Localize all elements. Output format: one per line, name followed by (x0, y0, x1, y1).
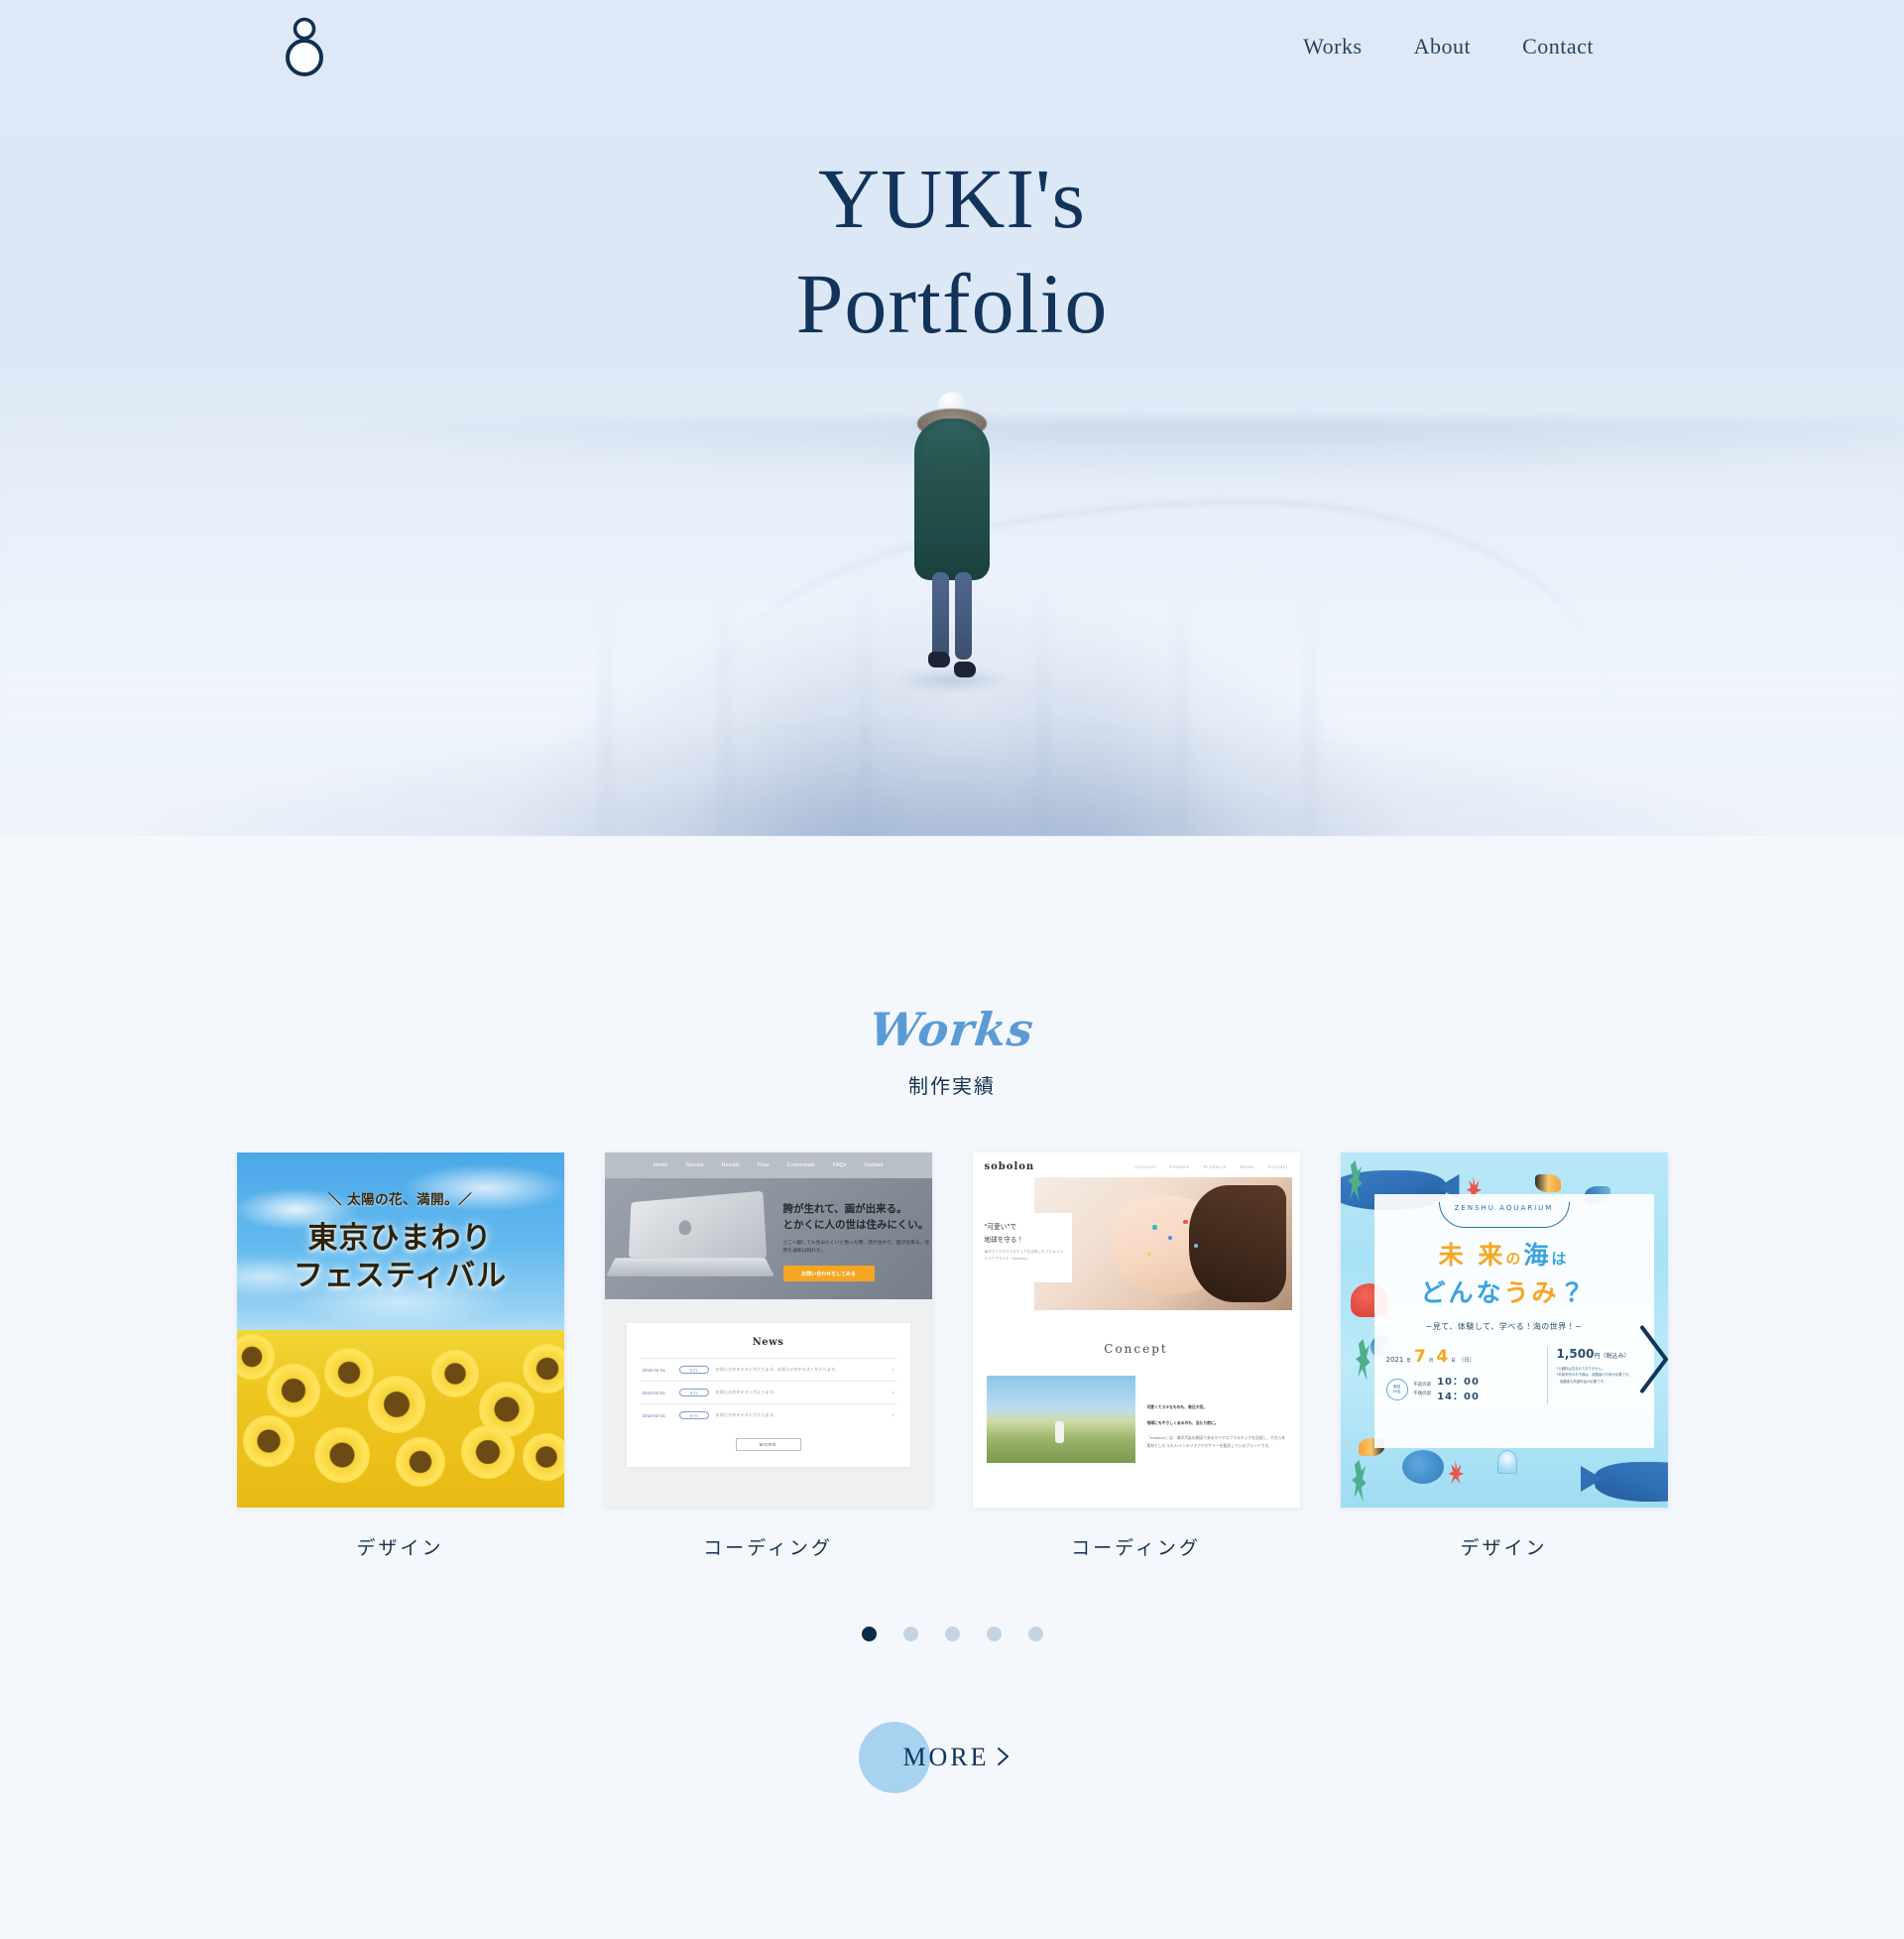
sobolon-concept-title: Concept (1104, 1342, 1168, 1356)
chevron-right-icon: › (892, 1412, 894, 1418)
work-card-caption: コーディング (1071, 1538, 1201, 1559)
carousel-dot-4[interactable] (986, 1627, 1002, 1641)
work-card[interactable]: ＼ 太陽の花、満開。／ 東京ひまわり フェスティバル 8/10(木)~8/30(… (236, 1152, 564, 1560)
work-card[interactable]: Home Service Results Flow Commands FAQs … (604, 1152, 932, 1560)
more-button-wrapper: MORE (0, 1722, 1904, 1793)
carousel-dot-2[interactable] (902, 1627, 918, 1641)
carousel-dot-1[interactable] (861, 1627, 877, 1641)
mock-news-row: 2018-02-01 タグ2 お知らせのテキストが入ります。 › (640, 1381, 896, 1403)
works-heading-group: Works 制作実績 (0, 1003, 1904, 1099)
aquarium-date: 2021 年 7 月 4 日 （日） (1385, 1347, 1476, 1367)
walking-person-illustration (892, 392, 1012, 691)
sobolon-hero-lead: 海洋マイクロプラスチックを活用したコスメ・インテリアブランド「sobolon」 (984, 1250, 1064, 1261)
chevron-right-icon: › (892, 1367, 894, 1373)
mock-news-row: 2018-02-01 タグ1 お知らせのテキストが入ります。お知らせのテキストが… (640, 1358, 896, 1381)
site-header: Works About Contact (0, 0, 1904, 89)
chevron-right-icon (996, 1746, 1012, 1770)
works-section: Works 制作実績 ＼ 太陽の花、満開。／ 東京ひまわり フェスティバル デザ… (0, 836, 1904, 1939)
aquarium-subtitle: ~見て、体験して、学べる！海の世界！~ (1425, 1322, 1583, 1331)
aquarium-title-line-1: 未 来の海は (1438, 1241, 1570, 1270)
nav-item-works[interactable]: Works (1277, 30, 1387, 63)
sobolon-logo: sobolon (984, 1161, 1035, 1172)
works-carousel: ＼ 太陽の花、満開。／ 東京ひまわり フェスティバル 8/10(木)~8/30(… (0, 1152, 1904, 1569)
work-card-thumbnail: Home Service Results Flow Commands FAQs … (604, 1152, 932, 1508)
mock-headline: 誇が生れて、画が出来る。 とかくに人の世は住みにくい。 (782, 1203, 929, 1231)
work-card-thumbnail: ZENSHU AQUARIUM 未 来の海は どんなうみ？ ~見て、体験して、学… (1340, 1152, 1668, 1508)
chevron-right-icon (1640, 1325, 1668, 1394)
mock-lead: どこへ越しても住みにくいと悟った時、詩が生れて、画が出来る。住所を通知は知れた。 (782, 1241, 930, 1255)
mock-site-nav: Home Service Results Flow Commands FAQs … (604, 1152, 932, 1178)
more-button[interactable]: MORE (859, 1722, 1044, 1793)
works-script-heading: Works (867, 1003, 1037, 1056)
carousel-dot-5[interactable] (1027, 1627, 1043, 1641)
aquarium-title-line-2: どんなうみ？ (1420, 1278, 1588, 1307)
work-card[interactable]: sobolon Concept Feature Products News Co… (972, 1152, 1300, 1560)
laptop-illustration (605, 1190, 774, 1287)
aquarium-brand: ZENSHU AQUARIUM (1454, 1204, 1554, 1212)
nav-item-about[interactable]: About (1388, 30, 1497, 63)
hero-title-line-1: YUKI's (818, 151, 1086, 246)
work-card-caption: デザイン (1460, 1538, 1548, 1559)
chevron-right-icon: › (892, 1390, 894, 1395)
sunflower-poster-title: 東京ひまわり フェスティバル (293, 1221, 508, 1294)
carousel-track: ＼ 太陽の花、満開。／ 東京ひまわり フェスティバル 8/10(木)~8/30(… (0, 1152, 1904, 1560)
hero-title-line-2: Portfolio (795, 255, 1109, 351)
concept-photo (986, 1376, 1135, 1463)
works-sub-heading: 制作実績 (908, 1076, 996, 1098)
work-card-caption: コーディング (703, 1538, 833, 1559)
more-button-label: MORE (902, 1743, 990, 1771)
work-card-caption: デザイン (356, 1538, 444, 1559)
sunflower-poster-lead: ＼ 太陽の花、満開。／ (327, 1192, 473, 1208)
carousel-pagination (0, 1627, 1904, 1641)
aquarium-capacity-badge: 各回 30名 (1385, 1379, 1408, 1400)
sobolon-hero-heading: "可愛い"で 地球を守る！ (984, 1223, 1024, 1244)
carousel-next-button[interactable] (1630, 1322, 1676, 1400)
hero-title: YUKI's Portfolio (0, 147, 1904, 357)
snowman-logo-icon[interactable] (279, 16, 330, 79)
work-card[interactable]: ZENSHU AQUARIUM 未 来の海は どんなうみ？ ~見て、体験して、学… (1340, 1152, 1668, 1560)
hero-section: Works About Contact YUKI's Portfolio (0, 0, 1904, 836)
work-card-thumbnail: ＼ 太陽の花、満開。／ 東京ひまわり フェスティバル 8/10(木)~8/30(… (236, 1152, 564, 1508)
mock-news-row: 2018-02-01 タグ3 お知らせのテキストが入ります。 › (640, 1403, 896, 1426)
mock-cta-button: お問い合わせをしてみる (782, 1266, 875, 1281)
work-card-thumbnail: sobolon Concept Feature Products News Co… (972, 1152, 1300, 1508)
mock-more-button: MORE (735, 1438, 801, 1451)
mock-news-title: News (752, 1337, 784, 1348)
main-navigation: Works About Contact (1277, 30, 1619, 63)
mock-site-nav: Concept Feature Products News Contact (1134, 1164, 1288, 1169)
nav-item-contact[interactable]: Contact (1496, 30, 1619, 63)
carousel-dot-3[interactable] (944, 1627, 960, 1641)
